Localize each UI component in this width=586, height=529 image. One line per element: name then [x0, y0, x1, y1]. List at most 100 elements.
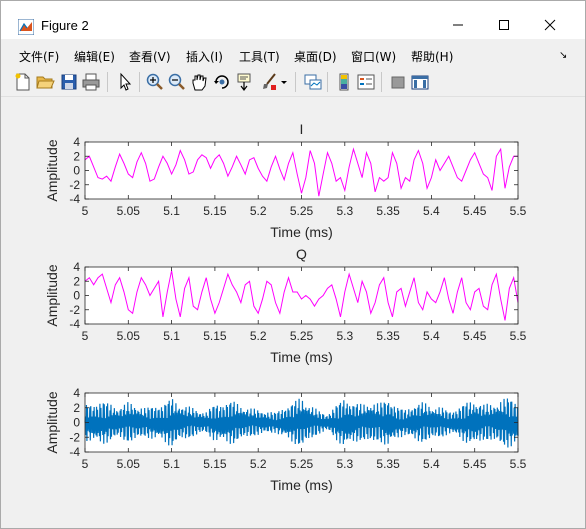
maximize-icon [499, 20, 509, 30]
matlab-logo-icon [18, 19, 34, 35]
close-button[interactable] [527, 11, 573, 39]
y-tick-label: 4 [73, 135, 80, 149]
plot-title: I [300, 121, 304, 137]
plot-title: Q [296, 246, 307, 262]
link-plot-icon[interactable] [303, 72, 323, 92]
y-tick-label: 0 [73, 289, 80, 303]
y-tick-label: -4 [69, 445, 80, 459]
x-tick-label: 5.5 [510, 457, 527, 471]
zoom-in-icon[interactable] [145, 72, 165, 92]
y-tick-label: 4 [73, 260, 80, 274]
y-tick-label: 2 [73, 149, 80, 163]
x-tick-label: 5.35 [376, 329, 400, 343]
toolbar-separator [107, 72, 108, 92]
x-tick-label: 5.2 [250, 204, 267, 218]
x-axis-label: Time (ms) [270, 477, 332, 493]
x-axis-label: Time (ms) [270, 224, 332, 240]
x-tick-label: 5.3 [336, 457, 353, 471]
window-title: Figure 2 [41, 18, 89, 33]
y-tick-label: -4 [69, 192, 80, 206]
y-tick-label: -2 [69, 303, 80, 317]
x-tick-label: 5.45 [463, 329, 487, 343]
minimize-icon [453, 24, 463, 26]
menu-bar: 文件(F) 编辑(E) 查看(V) 插入(I) 工具(T) 桌面(D) 窗口(W… [1, 44, 585, 66]
x-tick-label: 5.35 [376, 204, 400, 218]
x-tick-label: 5.35 [376, 457, 400, 471]
menu-insert[interactable]: 插入(I) [186, 48, 223, 65]
x-tick-label: 5.3 [336, 329, 353, 343]
x-tick-label: 5.15 [203, 329, 227, 343]
pan-icon[interactable] [189, 72, 209, 92]
brush-dropdown-icon[interactable] [279, 72, 289, 92]
x-tick-label: 5.1 [163, 457, 180, 471]
menu-dock-arrow-icon[interactable]: ↘ [559, 50, 567, 61]
x-tick-label: 5.45 [463, 457, 487, 471]
menu-view[interactable]: 查看(V) [129, 48, 171, 65]
brush-icon[interactable] [259, 72, 279, 92]
hide-plot-tools-icon[interactable] [388, 72, 408, 92]
menu-window[interactable]: 窗口(W) [351, 48, 396, 65]
close-icon [544, 19, 556, 31]
menu-file[interactable]: 文件(F) [19, 48, 59, 65]
x-tick-label: 5.3 [336, 204, 353, 218]
x-tick-label: 5.05 [117, 329, 141, 343]
x-tick-label: 5.2 [250, 457, 267, 471]
print-icon[interactable] [81, 72, 101, 92]
x-tick-label: 5.05 [117, 204, 141, 218]
y-tick-label: -4 [69, 317, 80, 331]
y-tick-label: 0 [73, 416, 80, 430]
toolbar-separator [327, 72, 328, 92]
plot-area [85, 142, 518, 199]
x-tick-label: 5.05 [117, 457, 141, 471]
rotate-3d-icon[interactable] [212, 72, 232, 92]
x-tick-label: 5.15 [203, 204, 227, 218]
menu-desktop[interactable]: 桌面(D) [294, 48, 337, 65]
x-tick-label: 5.5 [510, 204, 527, 218]
x-tick-label: 5.2 [250, 329, 267, 343]
open-file-icon[interactable] [35, 72, 55, 92]
x-tick-label: 5.1 [163, 204, 180, 218]
y-tick-label: -2 [69, 178, 80, 192]
menu-help[interactable]: 帮助(H) [411, 48, 453, 65]
pointer-icon[interactable] [115, 72, 135, 92]
x-tick-label: 5.25 [290, 204, 314, 218]
x-tick-label: 5.25 [290, 329, 314, 343]
y-axis-label: Amplitude [44, 139, 60, 201]
x-axis-label: Time (ms) [270, 349, 332, 365]
save-icon[interactable] [59, 72, 79, 92]
new-figure-icon[interactable] [13, 72, 33, 92]
x-tick-label: 5 [82, 457, 89, 471]
x-tick-label: 5.15 [203, 457, 227, 471]
insert-colorbar-icon[interactable] [334, 72, 354, 92]
toolbar-separator [139, 72, 140, 92]
x-tick-label: 5.25 [290, 457, 314, 471]
zoom-out-icon[interactable] [167, 72, 187, 92]
x-tick-label: 5.45 [463, 204, 487, 218]
y-axis-label: Amplitude [44, 264, 60, 326]
axes-i[interactable]: 5 5.05 5.1 5.15 5.2 5.25 5.3 5.35 5.4 5.45 5.5420-… [44, 121, 527, 240]
x-tick-label: 5.5 [510, 329, 527, 343]
minimize-button[interactable] [435, 11, 481, 39]
x-tick-label: 5 [82, 329, 89, 343]
y-tick-label: 4 [73, 386, 80, 400]
y-tick-label: 2 [73, 274, 80, 288]
plots-svg: 5 5.05 5.1 5.15 5.2 5.25 5.3 5.35 5.4 5.45 5.5420-… [44, 121, 527, 493]
figure-toolbar [1, 68, 585, 97]
y-tick-label: 2 [73, 401, 80, 415]
show-plot-tools-icon[interactable] [410, 72, 430, 92]
x-tick-label: 5.4 [423, 457, 440, 471]
x-tick-label: 5.4 [423, 329, 440, 343]
figure-window: Figure 2 文件(F) 编辑(E) 查看(V) 插入(I) 工具(T) 桌… [0, 0, 586, 529]
toolbar-separator [295, 72, 296, 92]
menu-edit[interactable]: 编辑(E) [74, 48, 115, 65]
title-bar[interactable]: Figure 2 [1, 1, 585, 39]
maximize-button[interactable] [481, 11, 527, 39]
toolbar-separator [381, 72, 382, 92]
insert-legend-icon[interactable] [356, 72, 376, 92]
data-cursor-icon[interactable] [235, 72, 255, 92]
y-tick-label: 0 [73, 164, 80, 178]
figure-canvas[interactable]: 5 5.05 5.1 5.15 5.2 5.25 5.3 5.35 5.4 5.45 5.5 4 2 0-… [12, 99, 574, 517]
axes-combined[interactable]: 5 5.05 5.1 5.15 5.2 5.25 5.3 5.35 5.4 5.45 5.5 420 -… [44, 386, 527, 493]
menu-tools[interactable]: 工具(T) [239, 48, 280, 65]
axes-q[interactable]: 5 5.05 5.1 5.15 5.2 5.25 5.3 5.35 5.4 5.45 5.5420-… [44, 246, 527, 365]
